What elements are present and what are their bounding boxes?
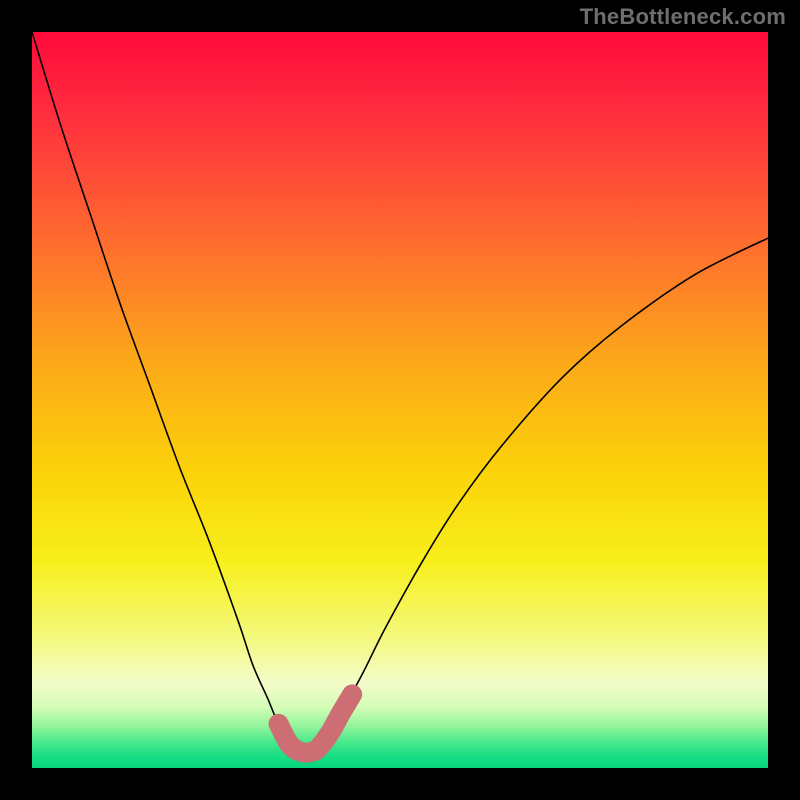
chart-frame: TheBottleneck.com bbox=[0, 0, 800, 800]
chart-svg bbox=[32, 32, 768, 768]
watermark-text: TheBottleneck.com bbox=[580, 4, 786, 30]
plot-area bbox=[32, 32, 768, 768]
gradient-background bbox=[32, 32, 768, 768]
